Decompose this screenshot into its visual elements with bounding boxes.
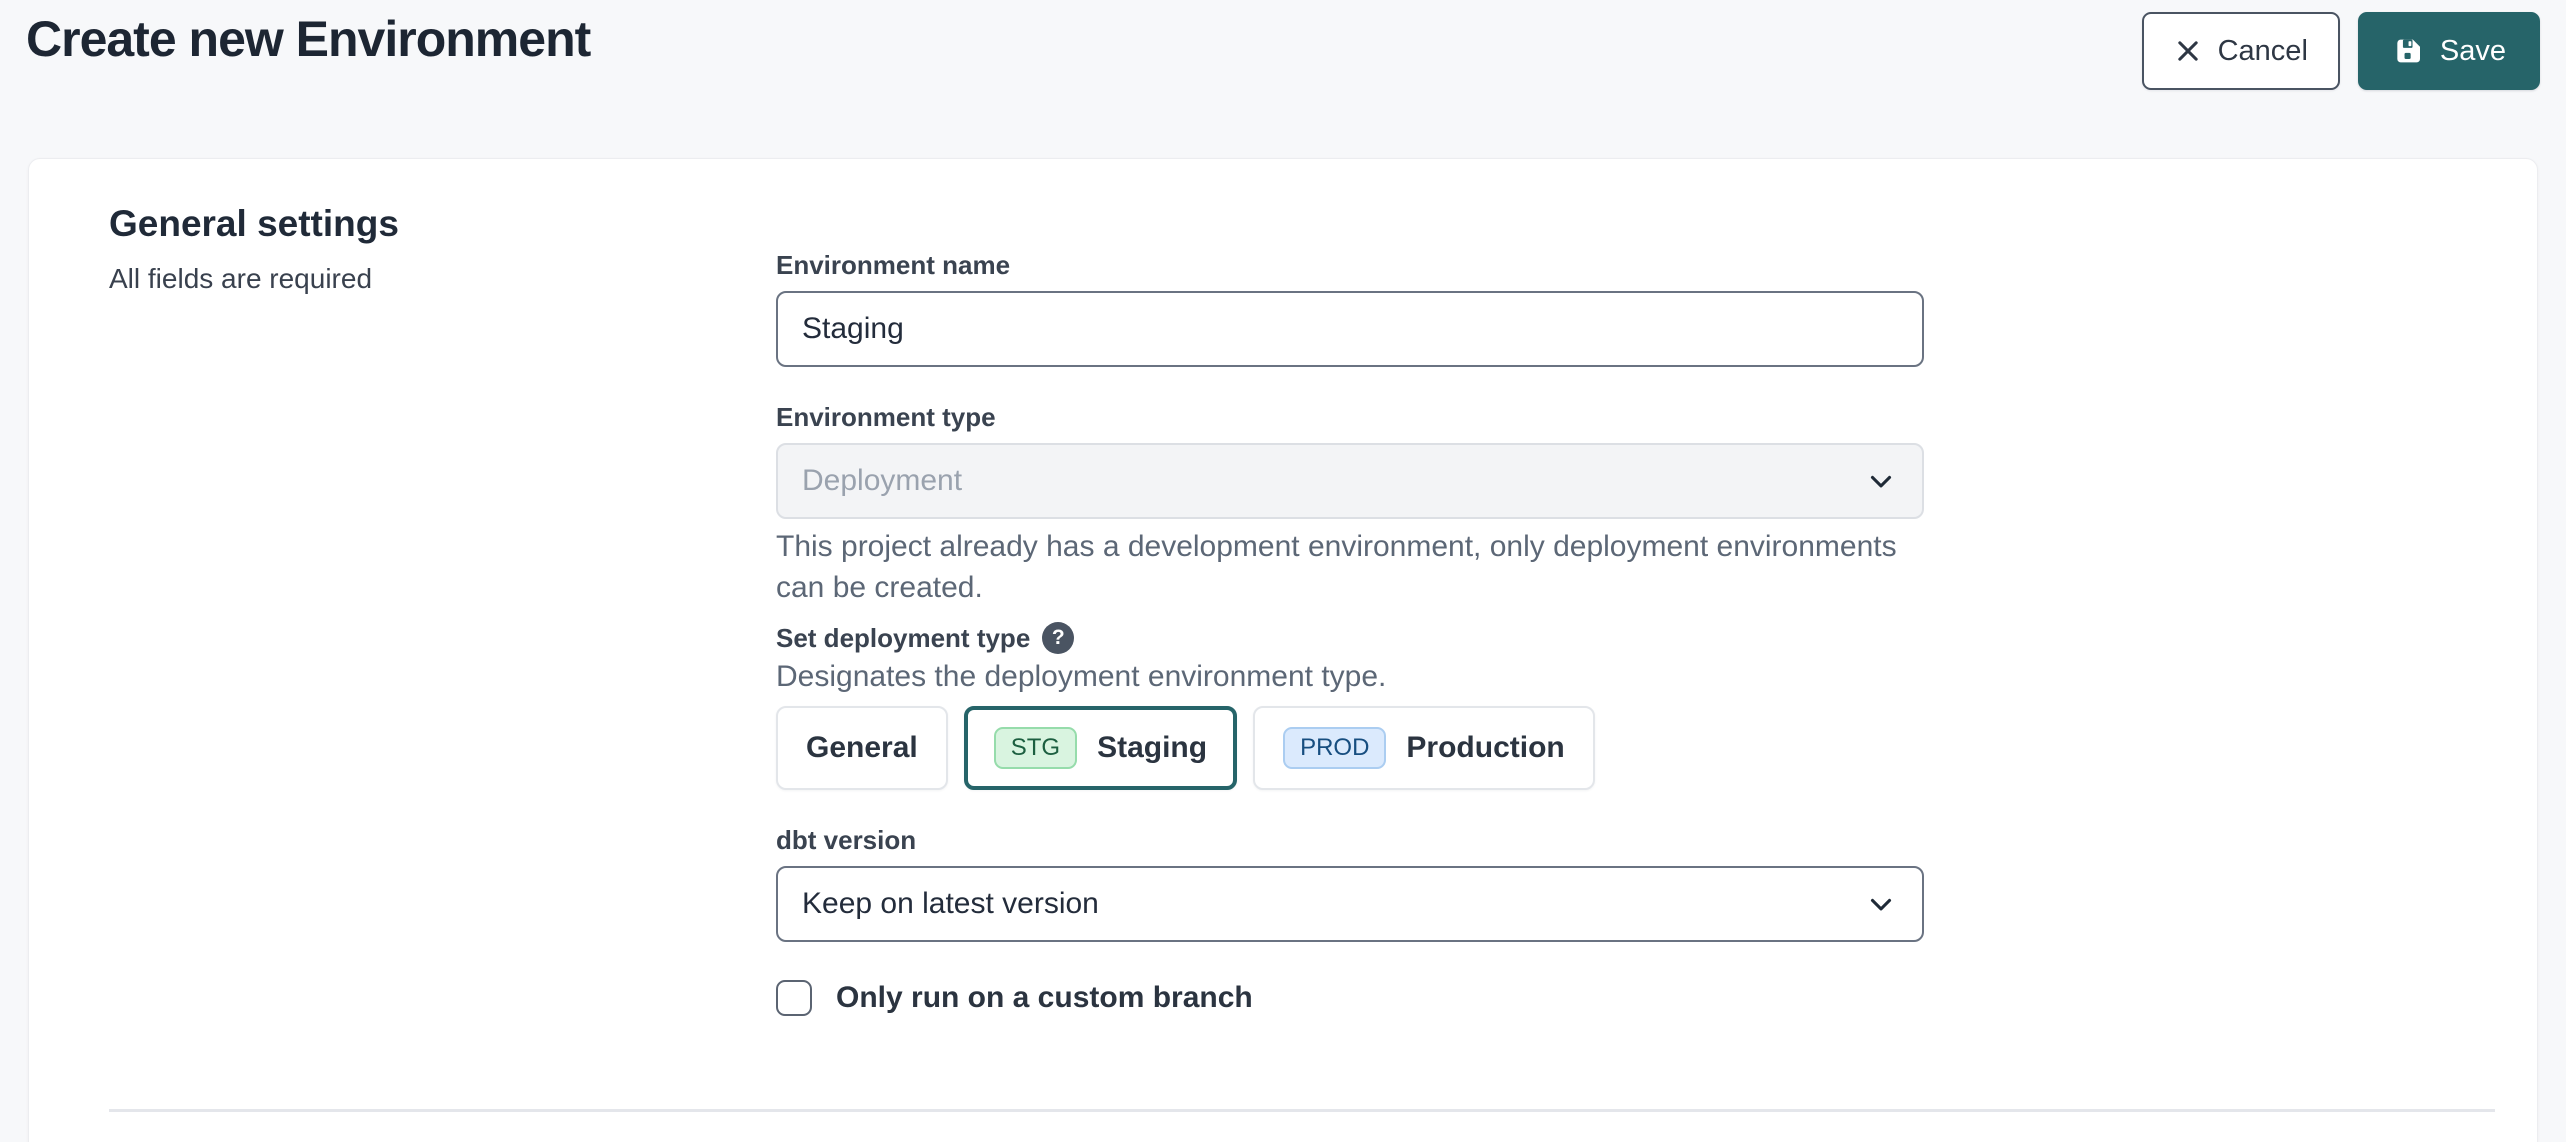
cancel-button[interactable]: Cancel [2142,12,2340,90]
page-title: Create new Environment [26,10,590,68]
deployment-option-general-label: General [806,731,918,765]
deployment-type-options: General STG Staging PROD Production [776,706,1924,790]
deployment-type-description: Designates the deployment environment ty… [776,660,1924,694]
section-head: General settings All fields are required [109,203,399,295]
cancel-button-label: Cancel [2218,35,2308,68]
environment-name-label: Environment name [776,249,1924,281]
x-icon [2174,37,2202,65]
custom-branch-label: Only run on a custom branch [836,981,1253,1015]
section-title: General settings [109,203,399,245]
dbt-version-label: dbt version [776,824,1924,856]
general-settings-card: General settings All fields are required… [28,158,2538,1142]
deployment-option-general[interactable]: General [776,706,948,790]
environment-type-label: Environment type [776,401,1924,433]
question-help-icon[interactable]: ? [1042,622,1074,654]
save-button[interactable]: Save [2358,12,2540,90]
deployment-type-label-row: Set deployment type ? [776,622,1924,654]
custom-branch-checkbox[interactable] [776,980,812,1016]
environment-name-input[interactable] [776,291,1924,367]
environment-type-select: Deployment [776,443,1924,519]
header-actions: Cancel Save [2142,12,2540,90]
deployment-option-staging-label: Staging [1097,731,1207,765]
deployment-option-staging[interactable]: STG Staging [964,706,1237,790]
section-divider [109,1109,2495,1112]
deployment-option-production[interactable]: PROD Production [1253,706,1595,790]
page-header: Create new Environment Cancel Save [0,0,2566,120]
save-button-label: Save [2440,35,2506,68]
staging-badge: STG [994,727,1077,769]
environment-form: Environment name Environment type Deploy… [776,249,1924,1016]
custom-branch-row: Only run on a custom branch [776,980,1924,1016]
chevron-down-icon [1864,887,1898,921]
chevron-down-icon [1864,464,1898,498]
environment-type-helper: This project already has a development e… [776,527,1924,608]
deployment-type-label: Set deployment type [776,623,1030,654]
deployment-option-production-label: Production [1406,731,1564,765]
floppy-save-icon [2392,35,2424,67]
section-subtitle: All fields are required [109,263,399,295]
dbt-version-value: Keep on latest version [802,887,1099,921]
environment-type-value: Deployment [802,464,962,498]
production-badge: PROD [1283,727,1386,769]
dbt-version-select[interactable]: Keep on latest version [776,866,1924,942]
create-environment-page: { "page": { "title": "Create new Environ… [0,0,2566,1142]
